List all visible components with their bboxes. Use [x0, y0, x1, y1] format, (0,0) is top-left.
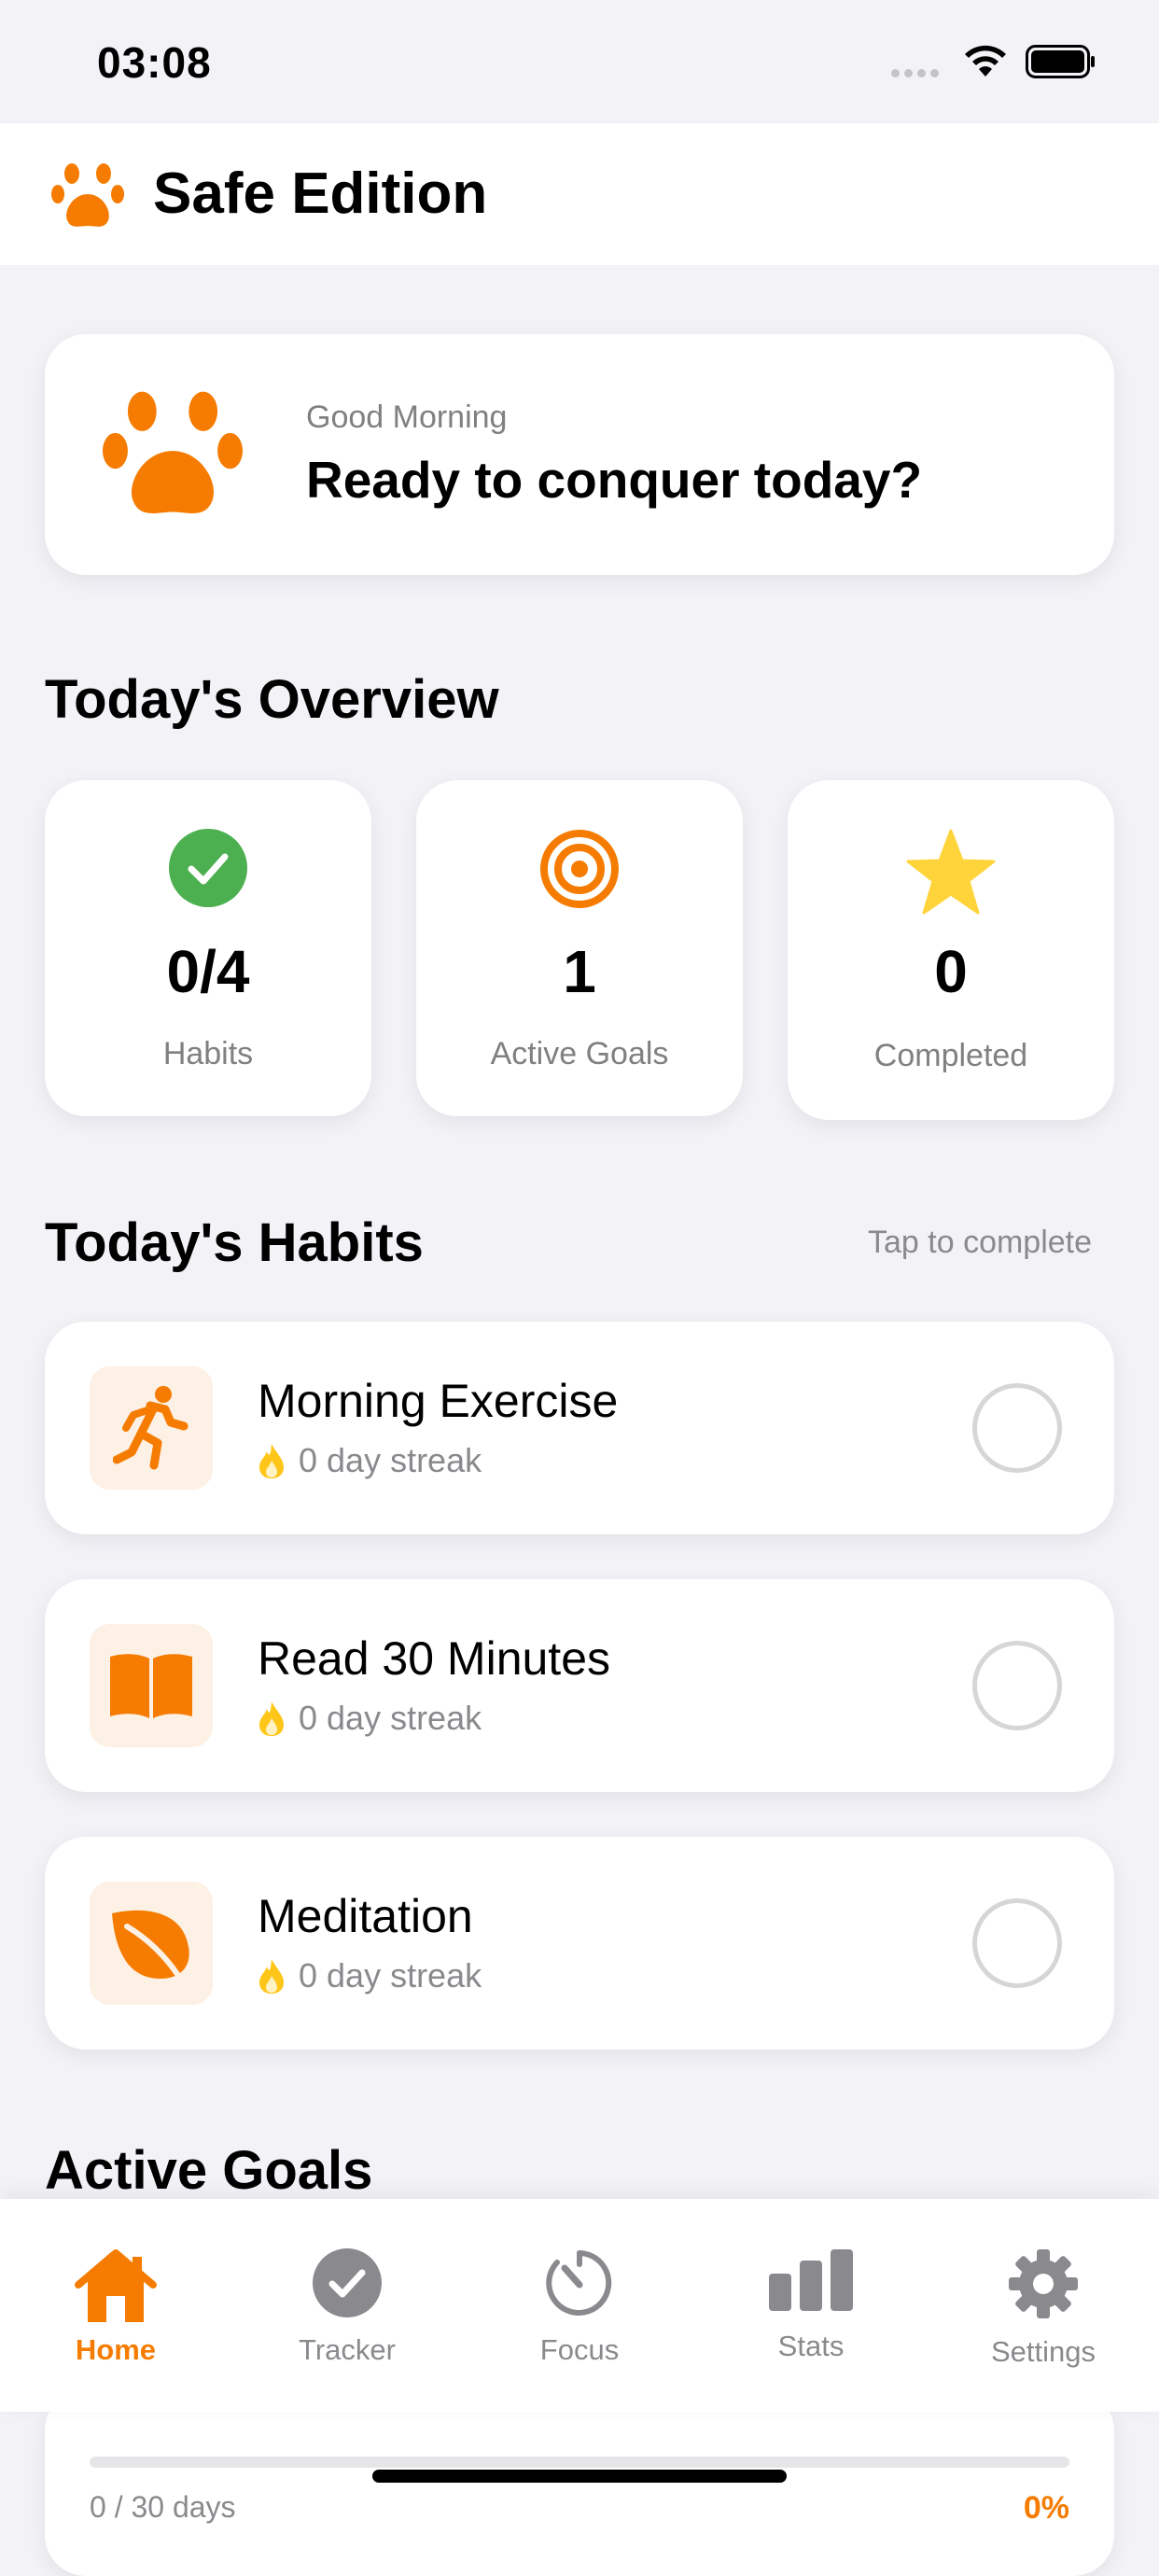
habits-title: Today's Habits [45, 1212, 424, 1273]
stat-card-habits[interactable]: 0/4 Habits [45, 780, 371, 1116]
habit-streak: 0 day streak [258, 1956, 482, 1995]
habit-complete-toggle[interactable] [972, 1383, 1062, 1473]
habit-row-meditation[interactable]: Meditation 0 day streak [45, 1837, 1114, 2050]
habit-icon-box [90, 1882, 213, 2005]
timer-icon [546, 2250, 612, 2316]
habit-streak: 0 day streak [258, 1441, 482, 1480]
check-badge-icon [313, 2248, 382, 2317]
tab-label: Focus [539, 2333, 620, 2366]
tab-label: Stats [777, 2330, 845, 2362]
greeting-message: Ready to conquer today? [306, 451, 923, 509]
paw-icon [51, 163, 124, 227]
target-icon [540, 830, 619, 908]
stat-value: 0 [934, 938, 968, 1005]
habit-name: Morning Exercise [258, 1375, 619, 1427]
wifi-icon [965, 45, 1006, 77]
habit-streak-text: 0 day streak [299, 1699, 482, 1737]
greeting-subtitle: Good Morning [306, 399, 508, 435]
goal-card[interactable]: 0 / 30 days 0% [45, 2389, 1114, 2576]
tab-label: Tracker [299, 2333, 396, 2366]
habit-streak-text: 0 day streak [299, 1956, 482, 1995]
status-bar: 03:08 [0, 0, 1159, 123]
habit-icon-box [90, 1366, 213, 1490]
habit-name: Meditation [258, 1890, 473, 1942]
star-icon [906, 829, 996, 915]
app-title: Safe Edition [153, 161, 488, 226]
book-icon [110, 1654, 192, 1718]
habit-complete-toggle[interactable] [972, 1641, 1062, 1730]
stat-value: 0/4 [166, 938, 250, 1005]
goal-days: 0 / 30 days [90, 2490, 236, 2524]
leaf-icon [112, 1910, 189, 1980]
tab-settings[interactable]: Settings [928, 2199, 1159, 2412]
stat-label: Completed [873, 1038, 1028, 1073]
tab-label: Home [75, 2333, 157, 2366]
running-icon [113, 1386, 189, 1470]
tab-focus[interactable]: Focus [464, 2199, 695, 2412]
app-header: Safe Edition [0, 123, 1159, 265]
stat-card-completed[interactable]: 0 Completed [788, 780, 1114, 1120]
battery-icon [1026, 45, 1095, 78]
habit-row-read-30-minutes[interactable]: Read 30 Minutes 0 day streak [45, 1579, 1114, 1792]
bar-chart-icon [769, 2249, 853, 2311]
habit-streak: 0 day streak [258, 1699, 482, 1738]
stat-label: Active Goals [490, 1036, 669, 1071]
check-circle-icon [169, 829, 247, 907]
tab-stats[interactable]: Stats [695, 2199, 927, 2412]
habit-icon-box [90, 1624, 213, 1747]
gear-icon [1009, 2249, 1078, 2318]
stat-card-active-goals[interactable]: 1 Active Goals [416, 780, 743, 1116]
tab-label: Settings [990, 2335, 1096, 2368]
greeting-card: Good Morning Ready to conquer today? [45, 334, 1114, 575]
goals-title: Active Goals [45, 2140, 373, 2201]
signal-icon [891, 69, 939, 77]
tab-home[interactable]: Home [0, 2199, 231, 2412]
home-indicator [372, 2470, 787, 2483]
status-time: 03:08 [97, 38, 212, 87]
habit-row-morning-exercise[interactable]: Morning Exercise 0 day streak [45, 1322, 1114, 1534]
stat-value: 1 [563, 938, 596, 1005]
flame-icon [259, 1444, 284, 1478]
flame-icon [259, 1701, 284, 1736]
overview-title: Today's Overview [45, 669, 499, 730]
home-icon [75, 2249, 157, 2322]
habit-name: Read 30 Minutes [258, 1632, 611, 1685]
flame-icon [259, 1959, 284, 1994]
habit-complete-toggle[interactable] [972, 1898, 1062, 1988]
stat-label: Habits [162, 1036, 254, 1071]
tab-tracker[interactable]: Tracker [231, 2199, 463, 2412]
goal-progress-bar [90, 2457, 1069, 2468]
tab-bar: Home Tracker Focus Stats Settings [0, 2199, 1159, 2412]
paw-icon [103, 391, 243, 513]
habit-streak-text: 0 day streak [299, 1441, 482, 1479]
habits-hint: Tap to complete [868, 1225, 1093, 1260]
